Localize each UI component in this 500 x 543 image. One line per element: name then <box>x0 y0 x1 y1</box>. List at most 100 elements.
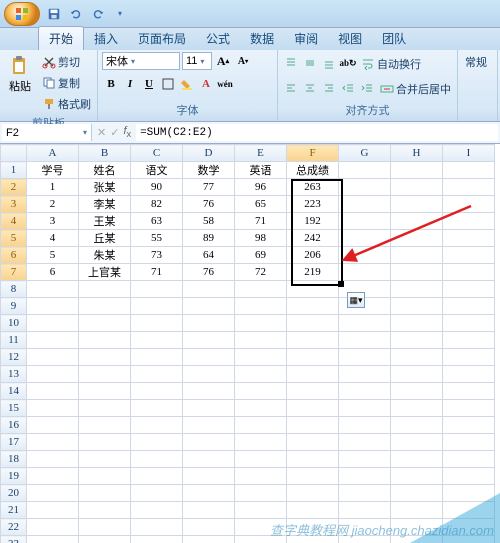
font-size-select[interactable]: 11 <box>182 52 212 70</box>
cell-E14[interactable] <box>235 383 287 400</box>
cell-G7[interactable] <box>339 264 391 281</box>
cell-C20[interactable] <box>131 485 183 502</box>
enter-icon[interactable]: ✓ <box>110 126 119 139</box>
cell-H10[interactable] <box>391 315 443 332</box>
cancel-icon[interactable]: ✕ <box>97 126 106 139</box>
cell-C2[interactable]: 90 <box>131 179 183 196</box>
cell-A12[interactable] <box>27 349 79 366</box>
tab-team[interactable]: 团队 <box>372 27 416 50</box>
cell-C9[interactable] <box>131 298 183 315</box>
align-top-icon[interactable] <box>282 54 300 72</box>
cell-F1[interactable]: 总成绩 <box>287 162 339 179</box>
row-header-3[interactable]: 3 <box>1 196 27 213</box>
fill-color-button[interactable] <box>178 75 196 93</box>
phonetic-button[interactable]: wén <box>216 75 234 93</box>
cell-E3[interactable]: 65 <box>235 196 287 213</box>
row-header-5[interactable]: 5 <box>1 230 27 247</box>
cell-A7[interactable]: 6 <box>27 264 79 281</box>
cell-F8[interactable] <box>287 281 339 298</box>
tab-review[interactable]: 审阅 <box>284 27 328 50</box>
worksheet-grid[interactable]: ABCDEFGHI1学号姓名语文数学英语总成绩21张某90779626332李某… <box>0 144 500 543</box>
cell-C13[interactable] <box>131 366 183 383</box>
cell-E23[interactable] <box>235 536 287 543</box>
office-button[interactable] <box>4 2 40 26</box>
col-header-G[interactable]: G <box>339 145 391 162</box>
cell-A23[interactable] <box>27 536 79 543</box>
cell-A21[interactable] <box>27 502 79 519</box>
cell-E10[interactable] <box>235 315 287 332</box>
cell-G6[interactable] <box>339 247 391 264</box>
cell-I17[interactable] <box>443 434 495 451</box>
cell-D8[interactable] <box>183 281 235 298</box>
cell-B6[interactable]: 朱某 <box>79 247 131 264</box>
cell-C8[interactable] <box>131 281 183 298</box>
font-name-select[interactable]: 宋体 <box>102 52 180 70</box>
cell-I7[interactable] <box>443 264 495 281</box>
row-header-22[interactable]: 22 <box>1 519 27 536</box>
cell-I6[interactable] <box>443 247 495 264</box>
cell-B8[interactable] <box>79 281 131 298</box>
orientation-icon[interactable]: ab↻ <box>339 54 357 72</box>
cell-D17[interactable] <box>183 434 235 451</box>
cell-H23[interactable] <box>391 536 443 543</box>
font-color-button[interactable]: A <box>197 75 215 93</box>
row-header-6[interactable]: 6 <box>1 247 27 264</box>
row-header-13[interactable]: 13 <box>1 366 27 383</box>
cell-E9[interactable] <box>235 298 287 315</box>
cell-D16[interactable] <box>183 417 235 434</box>
cell-C16[interactable] <box>131 417 183 434</box>
cell-I2[interactable] <box>443 179 495 196</box>
number-format-select[interactable]: 常规 <box>462 52 490 72</box>
align-bottom-icon[interactable] <box>320 54 338 72</box>
cell-C18[interactable] <box>131 451 183 468</box>
cell-C17[interactable] <box>131 434 183 451</box>
align-center-icon[interactable] <box>301 79 319 97</box>
col-header-A[interactable]: A <box>27 145 79 162</box>
decrease-indent-icon[interactable] <box>339 79 357 97</box>
cell-B10[interactable] <box>79 315 131 332</box>
cell-C12[interactable] <box>131 349 183 366</box>
col-header-F[interactable]: F <box>287 145 339 162</box>
row-header-15[interactable]: 15 <box>1 400 27 417</box>
cell-C22[interactable] <box>131 519 183 536</box>
row-header-8[interactable]: 8 <box>1 281 27 298</box>
cell-I12[interactable] <box>443 349 495 366</box>
cell-H14[interactable] <box>391 383 443 400</box>
cell-E17[interactable] <box>235 434 287 451</box>
cell-D4[interactable]: 58 <box>183 213 235 230</box>
cell-E15[interactable] <box>235 400 287 417</box>
cell-A11[interactable] <box>27 332 79 349</box>
cell-A22[interactable] <box>27 519 79 536</box>
cell-E4[interactable]: 71 <box>235 213 287 230</box>
paste-button[interactable]: 粘贴 <box>4 52 36 96</box>
cell-I14[interactable] <box>443 383 495 400</box>
increase-indent-icon[interactable] <box>358 79 376 97</box>
cell-E12[interactable] <box>235 349 287 366</box>
cell-F19[interactable] <box>287 468 339 485</box>
cell-C1[interactable]: 语文 <box>131 162 183 179</box>
cell-H22[interactable] <box>391 519 443 536</box>
cell-H11[interactable] <box>391 332 443 349</box>
cell-B22[interactable] <box>79 519 131 536</box>
cell-A10[interactable] <box>27 315 79 332</box>
row-header-16[interactable]: 16 <box>1 417 27 434</box>
row-header-9[interactable]: 9 <box>1 298 27 315</box>
cell-E7[interactable]: 72 <box>235 264 287 281</box>
cell-E2[interactable]: 96 <box>235 179 287 196</box>
cell-F17[interactable] <box>287 434 339 451</box>
cell-D20[interactable] <box>183 485 235 502</box>
cell-C15[interactable] <box>131 400 183 417</box>
cell-B1[interactable]: 姓名 <box>79 162 131 179</box>
row-header-19[interactable]: 19 <box>1 468 27 485</box>
cell-G16[interactable] <box>339 417 391 434</box>
cell-D5[interactable]: 89 <box>183 230 235 247</box>
col-header-B[interactable]: B <box>79 145 131 162</box>
cell-G20[interactable] <box>339 485 391 502</box>
cell-H6[interactable] <box>391 247 443 264</box>
cell-F21[interactable] <box>287 502 339 519</box>
row-header-10[interactable]: 10 <box>1 315 27 332</box>
cell-F3[interactable]: 223 <box>287 196 339 213</box>
row-header-7[interactable]: 7 <box>1 264 27 281</box>
cell-E1[interactable]: 英语 <box>235 162 287 179</box>
cell-F15[interactable] <box>287 400 339 417</box>
